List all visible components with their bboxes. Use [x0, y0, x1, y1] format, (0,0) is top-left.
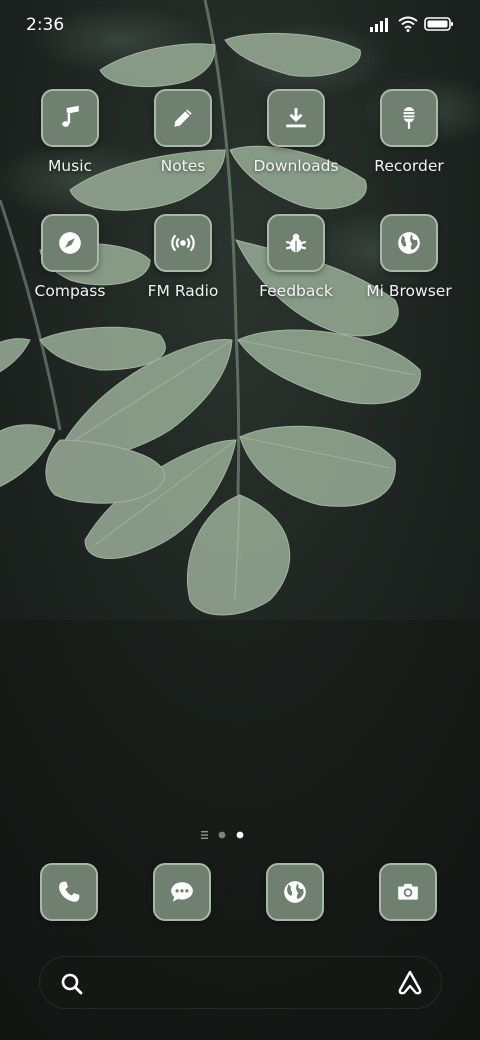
globe-icon [398, 232, 420, 254]
signal-icon [370, 18, 388, 32]
app-tile[interactable] [266, 863, 324, 921]
page-dot-active [236, 831, 244, 839]
app-notes[interactable]: Notes [128, 89, 238, 175]
battery-icon [424, 17, 453, 31]
wifi-icon [398, 16, 418, 32]
app-music[interactable]: Music [15, 89, 125, 175]
radio-icon [171, 234, 195, 252]
app-mi-browser[interactable]: Mi Browser [354, 214, 464, 300]
app-compass[interactable]: Compass [15, 214, 125, 300]
app-label: Compass [34, 282, 106, 300]
app-tile[interactable] [153, 863, 211, 921]
pencil-icon [174, 109, 192, 127]
app-tile[interactable] [380, 89, 438, 147]
app-tile[interactable] [267, 214, 325, 272]
app-list-indicator-icon [201, 831, 208, 839]
app-recorder[interactable]: Recorder [354, 89, 464, 175]
dock-messages[interactable] [153, 863, 211, 921]
microphone-icon [403, 107, 415, 129]
dock-browser[interactable] [266, 863, 324, 921]
status-bar: 2:36 [0, 0, 480, 50]
app-downloads[interactable]: Downloads [241, 89, 351, 175]
download-icon [286, 108, 306, 128]
app-label: Feedback [259, 282, 333, 300]
music-note-icon [62, 105, 79, 127]
phone-icon [59, 881, 80, 902]
search-bar[interactable] [39, 956, 442, 1009]
dock-camera[interactable] [379, 863, 437, 921]
app-label: FM Radio [147, 282, 219, 300]
app-tile[interactable] [380, 214, 438, 272]
message-icon [171, 882, 193, 902]
app-tile[interactable] [154, 89, 212, 147]
camera-icon [398, 883, 418, 900]
app-tile[interactable] [41, 214, 99, 272]
search-icon[interactable] [60, 972, 84, 996]
app-tile[interactable] [41, 89, 99, 147]
app-label: Mi Browser [366, 282, 452, 300]
app-label: Recorder [374, 157, 444, 175]
app-fm-radio[interactable]: FM Radio [128, 214, 238, 300]
compass-icon [59, 232, 81, 254]
page-dot [218, 831, 226, 839]
globe-icon [284, 881, 306, 903]
app-label: Music [47, 157, 93, 175]
app-label: Notes [160, 157, 206, 175]
app-label: Downloads [253, 157, 339, 175]
bug-icon [285, 233, 307, 253]
app-tile[interactable] [154, 214, 212, 272]
app-feedback[interactable]: Feedback [241, 214, 351, 300]
page-indicator[interactable] [198, 828, 258, 842]
app-tile[interactable] [40, 863, 98, 921]
app-tile[interactable] [379, 863, 437, 921]
app-tile[interactable] [267, 89, 325, 147]
assistant-icon[interactable] [396, 970, 424, 996]
status-time: 2:36 [26, 15, 65, 35]
dock-phone[interactable] [40, 863, 98, 921]
